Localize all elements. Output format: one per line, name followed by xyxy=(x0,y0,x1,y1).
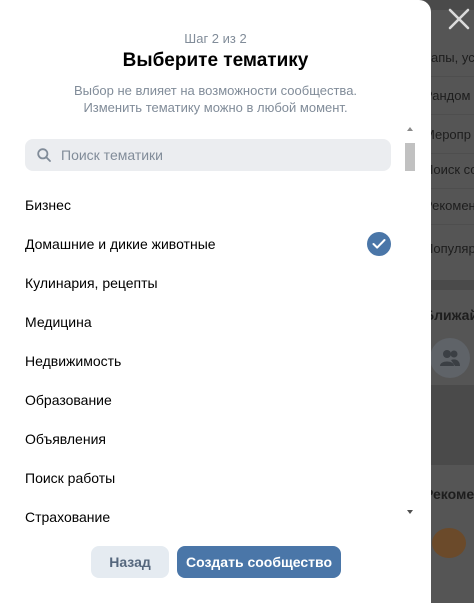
topic-label: Домашние и дикие животные xyxy=(25,236,216,252)
background-divider xyxy=(424,76,474,77)
background-menu-item: Меропр xyxy=(424,127,471,142)
background-divider xyxy=(424,114,474,115)
topic-item-realty[interactable]: Недвижимость xyxy=(0,341,400,380)
topic-label: Поиск работы xyxy=(25,470,116,486)
scroll-up-arrow-icon[interactable] xyxy=(407,127,413,131)
topic-label: Бизнес xyxy=(25,197,71,213)
background-divider xyxy=(424,224,474,225)
topic-search-box[interactable] xyxy=(25,139,391,171)
create-community-button[interactable]: Создать сообщество xyxy=(177,546,341,578)
topic-label: Медицина xyxy=(25,314,92,330)
topic-label: Недвижимость xyxy=(25,353,122,369)
topic-label: Страхование xyxy=(25,509,111,525)
topic-item-jobs[interactable]: Поиск работы xyxy=(0,458,400,497)
create-community-modal: Шаг 2 из 2 Выберите тематику Выбор не вл… xyxy=(0,0,431,603)
topic-item-medicine[interactable]: Медицина xyxy=(0,302,400,341)
background-divider xyxy=(424,188,474,189)
search-icon xyxy=(37,148,51,162)
modal-subtitle: Выбор не влияет на возможности сообществ… xyxy=(40,82,391,116)
topic-item-education[interactable]: Образование xyxy=(0,380,400,419)
users-icon xyxy=(440,350,460,366)
background-menu-item: Рандом xyxy=(424,88,471,103)
topic-list: Бизнес Домашние и дикие животные Кулинар… xyxy=(0,185,400,525)
close-icon[interactable] xyxy=(446,6,472,32)
topic-label: Объявления xyxy=(25,431,106,447)
topic-label: Кулинария, рецепты xyxy=(25,275,158,291)
subtitle-line: Выбор не влияет на возможности сообществ… xyxy=(73,83,358,98)
background-menu-item: Поиск со xyxy=(424,162,474,177)
background-section-title: Ближай xyxy=(424,307,474,323)
background-menu-item: папы, ус xyxy=(424,50,474,65)
background-section-title: Рекоме xyxy=(424,486,474,502)
background-menu-item: Рекомен xyxy=(424,198,474,213)
topic-item-cooking[interactable]: Кулинария, рецепты xyxy=(0,263,400,302)
topic-item-ads[interactable]: Объявления xyxy=(0,419,400,458)
topic-item-animals[interactable]: Домашние и дикие животные xyxy=(0,224,400,263)
back-button[interactable]: Назад xyxy=(91,546,169,578)
step-indicator: Шаг 2 из 2 xyxy=(184,31,247,46)
background-divider xyxy=(424,153,474,154)
scrollbar-thumb[interactable] xyxy=(405,143,415,171)
topic-list-scrollbar[interactable] xyxy=(403,127,417,523)
topic-item-business[interactable]: Бизнес xyxy=(0,185,400,224)
selected-check-icon xyxy=(367,232,391,256)
scroll-down-arrow-icon[interactable] xyxy=(407,510,413,514)
modal-title: Выберите тематику xyxy=(122,50,309,71)
background-menu-item: Популяр xyxy=(424,241,474,256)
topic-item-insurance[interactable]: Страхование xyxy=(0,497,400,525)
topic-search-input[interactable] xyxy=(61,139,381,171)
subtitle-line: Изменить тематику можно в любой момент. xyxy=(83,100,348,115)
group-avatar xyxy=(430,338,470,378)
community-avatar xyxy=(432,528,466,558)
topic-label: Образование xyxy=(25,392,112,408)
